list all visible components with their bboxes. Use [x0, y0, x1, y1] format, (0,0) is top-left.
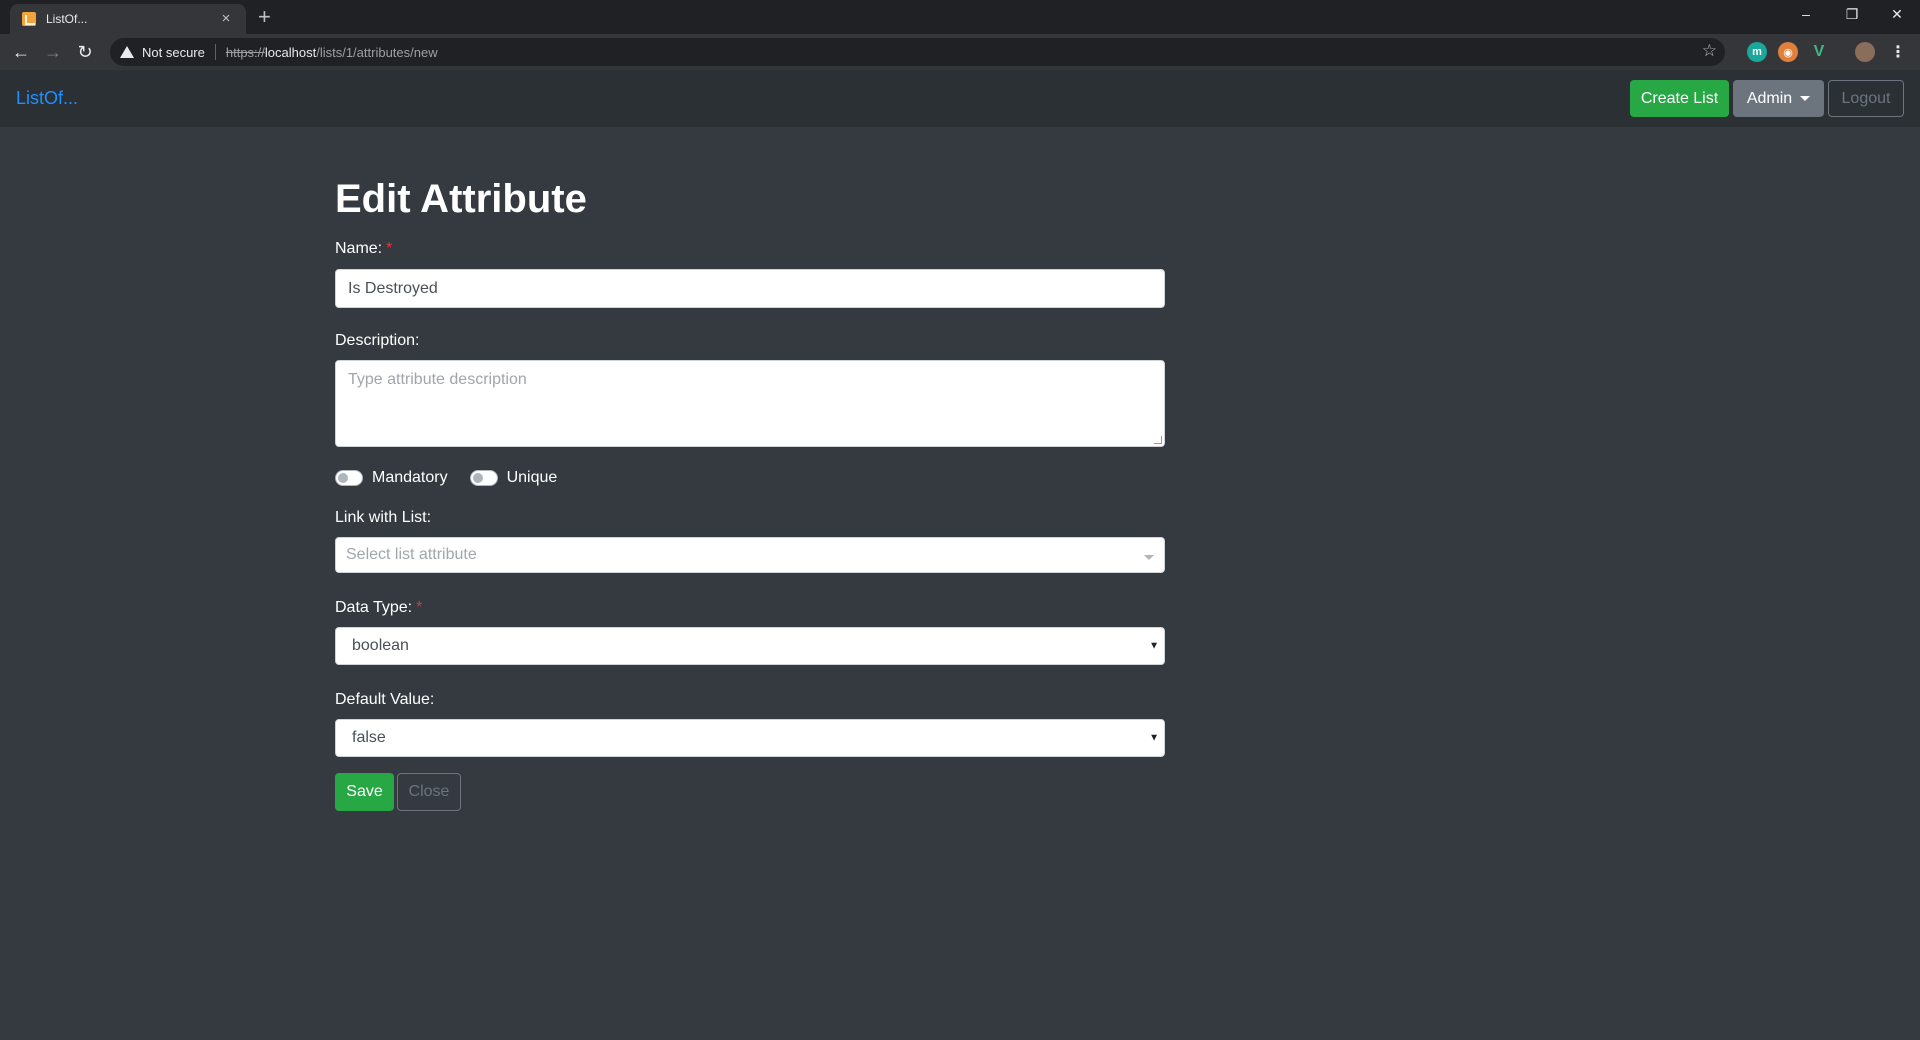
- default-value-select[interactable]: false ▼: [335, 719, 1165, 757]
- mandatory-label: Mandatory: [372, 469, 448, 486]
- toggle-row: Mandatory Unique: [335, 469, 579, 487]
- close-button[interactable]: Close: [397, 773, 461, 811]
- brand-link[interactable]: ListOf...: [16, 88, 78, 109]
- save-label: Save: [346, 783, 383, 800]
- link-placeholder: Select list attribute: [346, 546, 477, 563]
- extension-vue-icon[interactable]: V: [1809, 42, 1829, 62]
- admin-label: Admin: [1746, 89, 1793, 107]
- url-scheme: https://: [225, 44, 265, 60]
- link-label: Link with List:: [335, 509, 432, 526]
- unique-label: Unique: [506, 469, 558, 486]
- description-label: Description:: [335, 332, 420, 349]
- extension-glasses-icon[interactable]: ◉: [1778, 42, 1798, 62]
- tab-close-icon[interactable]: ×: [218, 11, 234, 27]
- bookmark-star-icon[interactable]: ☆: [1702, 41, 1717, 61]
- datatype-label: Data Type: *: [335, 599, 422, 617]
- browser-tabbar: ListOf... × + – ❐ ✕: [0, 0, 1920, 34]
- datatype-label-text: Data Type:: [335, 599, 413, 616]
- forward-icon[interactable]: →: [41, 40, 65, 64]
- address-bar[interactable]: Not secure https://localhost/lists/1/att…: [110, 38, 1725, 66]
- create-list-button[interactable]: Create List: [1630, 80, 1729, 117]
- tab-title: ListOf...: [46, 12, 88, 26]
- page-title: Edit Attribute: [335, 177, 587, 221]
- name-label-text: Name:: [335, 240, 383, 257]
- window-close-button[interactable]: ✕: [1874, 0, 1920, 28]
- extension-m-icon[interactable]: m: [1747, 42, 1767, 62]
- unique-toggle[interactable]: Unique: [469, 469, 558, 487]
- browser-tab[interactable]: ListOf... ×: [10, 4, 246, 34]
- url-host: localhost: [264, 44, 317, 60]
- datatype-value: boolean: [352, 637, 409, 654]
- logout-label: Logout: [1841, 89, 1891, 107]
- restore-button[interactable]: ❐: [1829, 0, 1875, 28]
- dropdown-arrow-icon: [1144, 555, 1154, 560]
- minimize-button[interactable]: –: [1783, 0, 1829, 28]
- create-list-label: Create List: [1640, 89, 1719, 107]
- caret-down-icon: [1800, 96, 1811, 101]
- close-label: Close: [408, 783, 450, 800]
- link-list-select[interactable]: Select list attribute: [335, 537, 1165, 573]
- back-icon[interactable]: ←: [9, 40, 33, 64]
- datatype-select[interactable]: boolean ▼: [335, 627, 1165, 665]
- divider: [214, 44, 216, 60]
- favicon-icon: [22, 12, 36, 26]
- resize-handle-icon[interactable]: [1154, 436, 1162, 444]
- app-navbar: ListOf... Create List Admin Logout: [0, 70, 1920, 127]
- admin-dropdown-button[interactable]: Admin: [1733, 80, 1824, 117]
- name-input-value: Is Destroyed: [348, 279, 438, 297]
- menu-kebab-icon[interactable]: ⋮: [1888, 42, 1908, 62]
- reload-icon[interactable]: ↻: [73, 40, 97, 64]
- unique-switch[interactable]: [469, 470, 498, 486]
- warning-icon: [120, 46, 134, 58]
- mandatory-toggle[interactable]: Mandatory: [335, 469, 448, 487]
- name-input[interactable]: Is Destroyed: [335, 269, 1165, 308]
- security-label[interactable]: Not secure: [142, 45, 205, 60]
- logout-button[interactable]: Logout: [1828, 80, 1904, 117]
- required-marker: *: [416, 599, 423, 616]
- save-button[interactable]: Save: [335, 773, 394, 811]
- description-placeholder: Type attribute description: [348, 371, 527, 388]
- required-marker: *: [386, 240, 393, 257]
- browser-toolbar: ← → ↻ Not secure https://localhost/lists…: [0, 34, 1920, 70]
- url-path: /lists/1/attributes/new: [316, 44, 438, 60]
- name-label: Name: *: [335, 240, 392, 258]
- profile-avatar[interactable]: [1855, 42, 1875, 62]
- description-textarea[interactable]: Type attribute description: [335, 360, 1165, 447]
- default-value-label: Default Value:: [335, 691, 435, 708]
- default-value: false: [352, 729, 386, 746]
- select-arrow-icon: ▼: [1149, 732, 1159, 744]
- new-tab-button[interactable]: +: [258, 5, 271, 29]
- select-arrow-icon: ▼: [1149, 640, 1159, 652]
- mandatory-switch[interactable]: [335, 470, 363, 486]
